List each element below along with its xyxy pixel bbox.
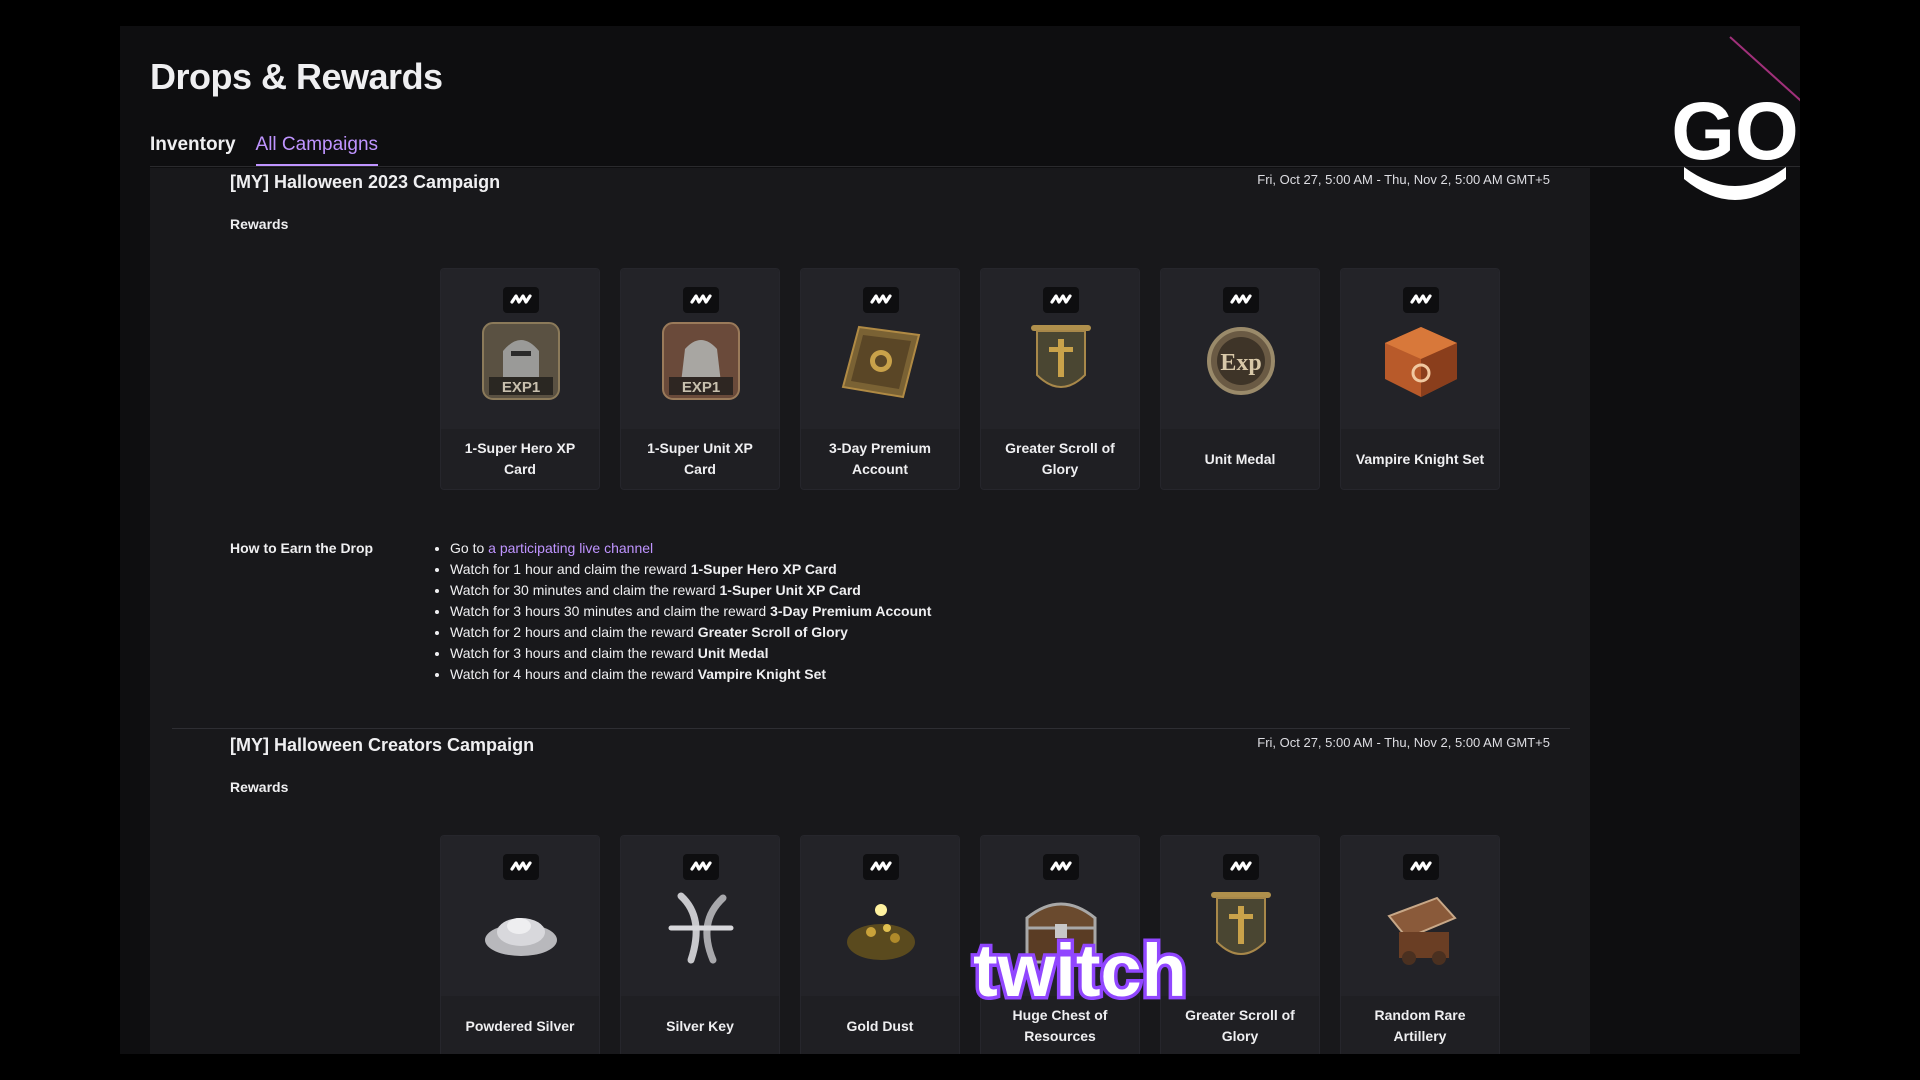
section-divider <box>172 728 1570 729</box>
drop-badge-icon <box>863 854 899 880</box>
campaign-title: [MY] Halloween Creators Campaign <box>230 735 535 755</box>
artillery-icon <box>1387 896 1457 965</box>
drop-badge-icon <box>683 287 719 313</box>
reward-card[interactable]: Gold Dust <box>800 835 960 1054</box>
reward-card[interactable]: Powdered Silver <box>440 835 600 1054</box>
svg-text:twitch: twitch <box>973 929 1187 1012</box>
reward-name: 1-Super Unit XP Card <box>647 440 753 477</box>
campaign-title: [MY] Halloween 2023 Campaign <box>230 172 501 192</box>
reward-name: Vampire Knight Set <box>1355 450 1485 467</box>
how-to-earn-list: Go to a participating live channel Watch… <box>450 538 931 685</box>
campaign-dates: Fri, Oct 27, 5:00 AM - Thu, Nov 2, 5:00 … <box>1257 172 1550 187</box>
tab-inventory[interactable]: Inventory <box>150 134 236 166</box>
list-item: Go to a participating live channel <box>450 538 931 559</box>
campaigns-list: [MY] Halloween 2023 Campaign Fri, Oct 27… <box>150 168 1590 1054</box>
participating-channel-link[interactable]: a participating live channel <box>488 540 653 556</box>
drop-badge-icon <box>1223 854 1259 880</box>
reward-name: Greater Scroll of Glory <box>1005 440 1115 477</box>
how-to-earn-label: How to Earn the Drop <box>230 540 374 556</box>
reward-card[interactable]: Silver Key <box>620 835 780 1054</box>
reward-card[interactable]: Random Rare Artillery <box>1340 835 1500 1054</box>
rewards-label: Rewards <box>230 779 289 795</box>
unit-xp-card-icon: EXP1 <box>662 322 740 400</box>
svg-text:EXP1: EXP1 <box>682 379 720 396</box>
tab-all-campaigns[interactable]: All Campaigns <box>255 134 379 166</box>
reward-name: Unit Medal <box>1204 450 1276 467</box>
drop-badge-icon <box>1223 287 1259 313</box>
campaign-dates: Fri, Oct 27, 5:00 AM - Thu, Nov 2, 5:00 … <box>1257 735 1550 750</box>
reward-name: Powdered Silver <box>465 1017 575 1034</box>
list-item: Watch for 1 hour and claim the reward 1-… <box>450 559 931 580</box>
gold-dust-icon <box>847 904 915 960</box>
list-item: Watch for 2 hours and claim the reward G… <box>450 622 931 643</box>
drop-badge-icon <box>503 854 539 880</box>
reward-name: Random Rare Artillery <box>1374 1007 1466 1044</box>
reward-card[interactable]: Exp Unit Medal <box>1160 268 1320 490</box>
svg-text:EXP1: EXP1 <box>502 379 540 396</box>
rewards-row: EXP1 1-Super Hero XP Card EXP1 1-Super U… <box>440 268 1500 490</box>
reward-card[interactable]: EXP1 1-Super Hero XP Card <box>440 268 600 490</box>
drop-badge-icon <box>1403 287 1439 313</box>
drop-badge-icon <box>1043 287 1079 313</box>
reward-name: 3-Day Premium Account <box>829 440 931 477</box>
vampire-knight-set-icon <box>1385 327 1457 397</box>
app-window: Drops & Rewards Inventory All Campaigns … <box>120 26 1800 1054</box>
reward-name: Gold Dust <box>846 1017 914 1034</box>
list-item: Watch for 3 hours 30 minutes and claim t… <box>450 601 931 622</box>
page-title: Drops & Rewards <box>150 56 443 97</box>
svg-text:GO: GO <box>1671 86 1799 177</box>
reward-card[interactable]: 3-Day Premium Account <box>800 268 960 490</box>
unit-medal-icon: Exp <box>1207 327 1275 395</box>
go-logo: GO <box>1671 86 1799 200</box>
twitch-watermark-logo: twitch <box>970 926 1191 1016</box>
premium-account-icon <box>841 325 921 399</box>
drop-badge-icon <box>1403 854 1439 880</box>
tab-bar: Inventory All Campaigns <box>150 134 379 166</box>
svg-text:Exp: Exp <box>1220 350 1261 376</box>
silver-key-icon <box>668 892 734 964</box>
reward-name: 1-Super Hero XP Card <box>464 440 576 477</box>
drop-badge-icon <box>683 854 719 880</box>
list-item: Watch for 30 minutes and claim the rewar… <box>450 580 931 601</box>
reward-card[interactable]: EXP1 1-Super Unit XP Card <box>620 268 780 490</box>
scroll-of-glory-icon <box>1211 892 1271 955</box>
drop-badge-icon <box>863 287 899 313</box>
list-item: Watch for 4 hours and claim the reward V… <box>450 664 931 685</box>
scroll-of-glory-icon <box>1031 325 1091 388</box>
hero-xp-card-icon: EXP1 <box>482 322 560 400</box>
rewards-label: Rewards <box>230 216 289 232</box>
tabs-divider <box>150 166 1800 167</box>
reward-name: Silver Key <box>666 1017 734 1034</box>
drop-badge-icon <box>503 287 539 313</box>
list-item: Watch for 3 hours and claim the reward U… <box>450 643 931 664</box>
drop-badge-icon <box>1043 854 1079 880</box>
reward-card[interactable]: Vampire Knight Set <box>1340 268 1500 490</box>
powdered-silver-icon <box>485 918 557 956</box>
reward-card[interactable]: Greater Scroll of Glory <box>980 268 1140 490</box>
